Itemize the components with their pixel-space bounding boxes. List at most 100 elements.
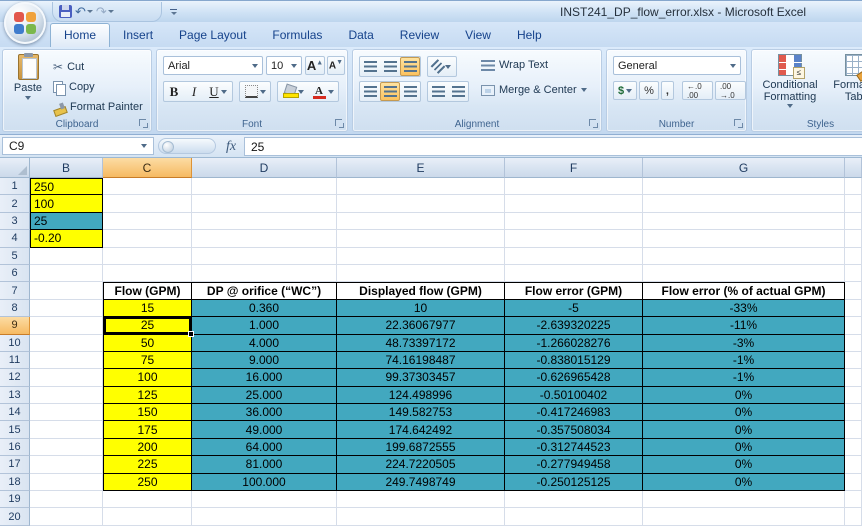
cell-D17[interactable]: 81.000 <box>192 456 337 474</box>
font-name-combo[interactable]: Arial <box>163 56 263 75</box>
cell-F7[interactable]: Flow error (GPM) <box>505 282 643 300</box>
cell-partial-17[interactable] <box>845 456 862 474</box>
cell-F19[interactable] <box>505 491 643 509</box>
cell-E9[interactable]: 22.36067977 <box>337 317 505 335</box>
cell-E5[interactable] <box>337 247 505 265</box>
cell-G1[interactable] <box>643 178 845 196</box>
tab-home[interactable]: Home <box>50 23 111 47</box>
undo-button[interactable]: ↶ <box>75 4 93 20</box>
cell-partial-11[interactable] <box>845 351 862 370</box>
row-header-11[interactable]: 11 <box>0 351 30 370</box>
tab-formulas[interactable]: Formulas <box>259 24 335 47</box>
cell-C10[interactable]: 50 <box>103 334 192 352</box>
cell-partial-15[interactable] <box>845 421 862 439</box>
row-header-19[interactable]: 19 <box>0 491 30 509</box>
cell-G15[interactable]: 0% <box>643 421 845 439</box>
italic-button[interactable]: I <box>184 82 204 101</box>
cell-G11[interactable]: -1% <box>643 351 845 370</box>
cell-C8[interactable]: 15 <box>103 299 192 318</box>
increase-indent-button[interactable] <box>448 82 468 101</box>
row-header-2[interactable]: 2 <box>0 195 30 213</box>
cell-D3[interactable] <box>192 212 337 231</box>
cell-F16[interactable]: -0.312744523 <box>505 438 643 457</box>
row-header-5[interactable]: 5 <box>0 247 30 265</box>
cell-B9[interactable] <box>30 317 103 335</box>
cell-G12[interactable]: -1% <box>643 369 845 387</box>
cell-C12[interactable]: 100 <box>103 369 192 387</box>
column-header-E[interactable]: E <box>337 158 505 178</box>
cell-E10[interactable]: 48.73397172 <box>337 334 505 352</box>
cell-E1[interactable] <box>337 178 505 196</box>
cell-C15[interactable]: 175 <box>103 421 192 439</box>
cell-G9[interactable]: -11% <box>643 317 845 335</box>
font-size-combo[interactable]: 10 <box>266 56 302 75</box>
cell-G4[interactable] <box>643 230 845 248</box>
name-box[interactable]: C9 <box>2 137 154 155</box>
cell-F9[interactable]: -2.639320225 <box>505 317 643 335</box>
cell-F6[interactable] <box>505 264 643 283</box>
align-bottom-button[interactable] <box>400 57 420 76</box>
row-header-4[interactable]: 4 <box>0 230 30 248</box>
cell-C4[interactable] <box>103 230 192 248</box>
cell-G10[interactable]: -3% <box>643 334 845 352</box>
row-header-3[interactable]: 3 <box>0 212 30 231</box>
alignment-dialog-launcher-icon[interactable] <box>589 119 599 129</box>
cell-G7[interactable]: Flow error (% of actual GPM) <box>643 282 845 300</box>
column-header-G[interactable]: G <box>643 158 845 178</box>
cell-C9[interactable]: 25 <box>103 317 194 337</box>
orientation-button[interactable] <box>428 57 456 76</box>
cell-B12[interactable] <box>30 369 103 387</box>
tab-data[interactable]: Data <box>335 24 386 47</box>
cell-partial-1[interactable] <box>845 178 862 196</box>
font-dialog-launcher-icon[interactable] <box>335 119 345 129</box>
cell-B7[interactable] <box>30 282 103 300</box>
cell-F2[interactable] <box>505 195 643 213</box>
save-button[interactable] <box>59 4 72 20</box>
cell-D20[interactable] <box>192 508 337 526</box>
row-header-15[interactable]: 15 <box>0 421 30 439</box>
number-dialog-launcher-icon[interactable] <box>734 119 744 129</box>
cell-E18[interactable]: 249.7498749 <box>337 473 505 492</box>
wrap-text-button[interactable]: Wrap Text <box>481 59 548 71</box>
row-header-20[interactable]: 20 <box>0 508 30 526</box>
cell-B16[interactable] <box>30 438 103 457</box>
cell-partial-19[interactable] <box>845 491 862 509</box>
cell-E17[interactable]: 224.7220505 <box>337 456 505 474</box>
cell-C18[interactable]: 250 <box>103 473 192 492</box>
cell-B3[interactable]: 25 <box>30 212 103 231</box>
cell-F1[interactable] <box>505 178 643 196</box>
cell-partial-4[interactable] <box>845 230 862 248</box>
cell-F20[interactable] <box>505 508 643 526</box>
cell-D15[interactable]: 49.000 <box>192 421 337 439</box>
cell-B8[interactable] <box>30 299 103 318</box>
cell-G5[interactable] <box>643 247 845 265</box>
cell-C11[interactable]: 75 <box>103 351 192 370</box>
cell-D13[interactable]: 25.000 <box>192 386 337 405</box>
align-center-button[interactable] <box>380 82 400 101</box>
cell-C7[interactable]: Flow (GPM) <box>103 282 192 300</box>
tab-insert[interactable]: Insert <box>110 24 166 47</box>
bold-button[interactable]: B <box>164 82 184 101</box>
shrink-font-button[interactable]: A▼ <box>327 56 345 75</box>
paste-button[interactable]: Paste <box>8 53 48 118</box>
align-right-button[interactable] <box>400 82 420 101</box>
cell-D12[interactable]: 16.000 <box>192 369 337 387</box>
cell-B13[interactable] <box>30 386 103 405</box>
cut-button[interactable]: ✂ Cut <box>53 58 84 76</box>
cell-E13[interactable]: 124.498996 <box>337 386 505 405</box>
tab-page-layout[interactable]: Page Layout <box>166 24 259 47</box>
cell-D11[interactable]: 9.000 <box>192 351 337 370</box>
cell-D2[interactable] <box>192 195 337 213</box>
cell-G20[interactable] <box>643 508 845 526</box>
cell-F4[interactable] <box>505 230 643 248</box>
cell-C14[interactable]: 150 <box>103 404 192 422</box>
cell-B1[interactable]: 250 <box>30 178 103 196</box>
merge-center-button[interactable]: Merge & Center <box>481 84 587 96</box>
conditional-formatting-button[interactable]: Conditional Formatting <box>756 54 824 120</box>
cell-G14[interactable]: 0% <box>643 404 845 422</box>
insert-function-button[interactable]: fx <box>220 137 242 156</box>
cell-D18[interactable]: 100.000 <box>192 473 337 492</box>
cell-partial-2[interactable] <box>845 195 862 213</box>
increase-decimal-button[interactable]: ←.0 .00 <box>681 81 713 100</box>
align-middle-button[interactable] <box>380 57 400 76</box>
